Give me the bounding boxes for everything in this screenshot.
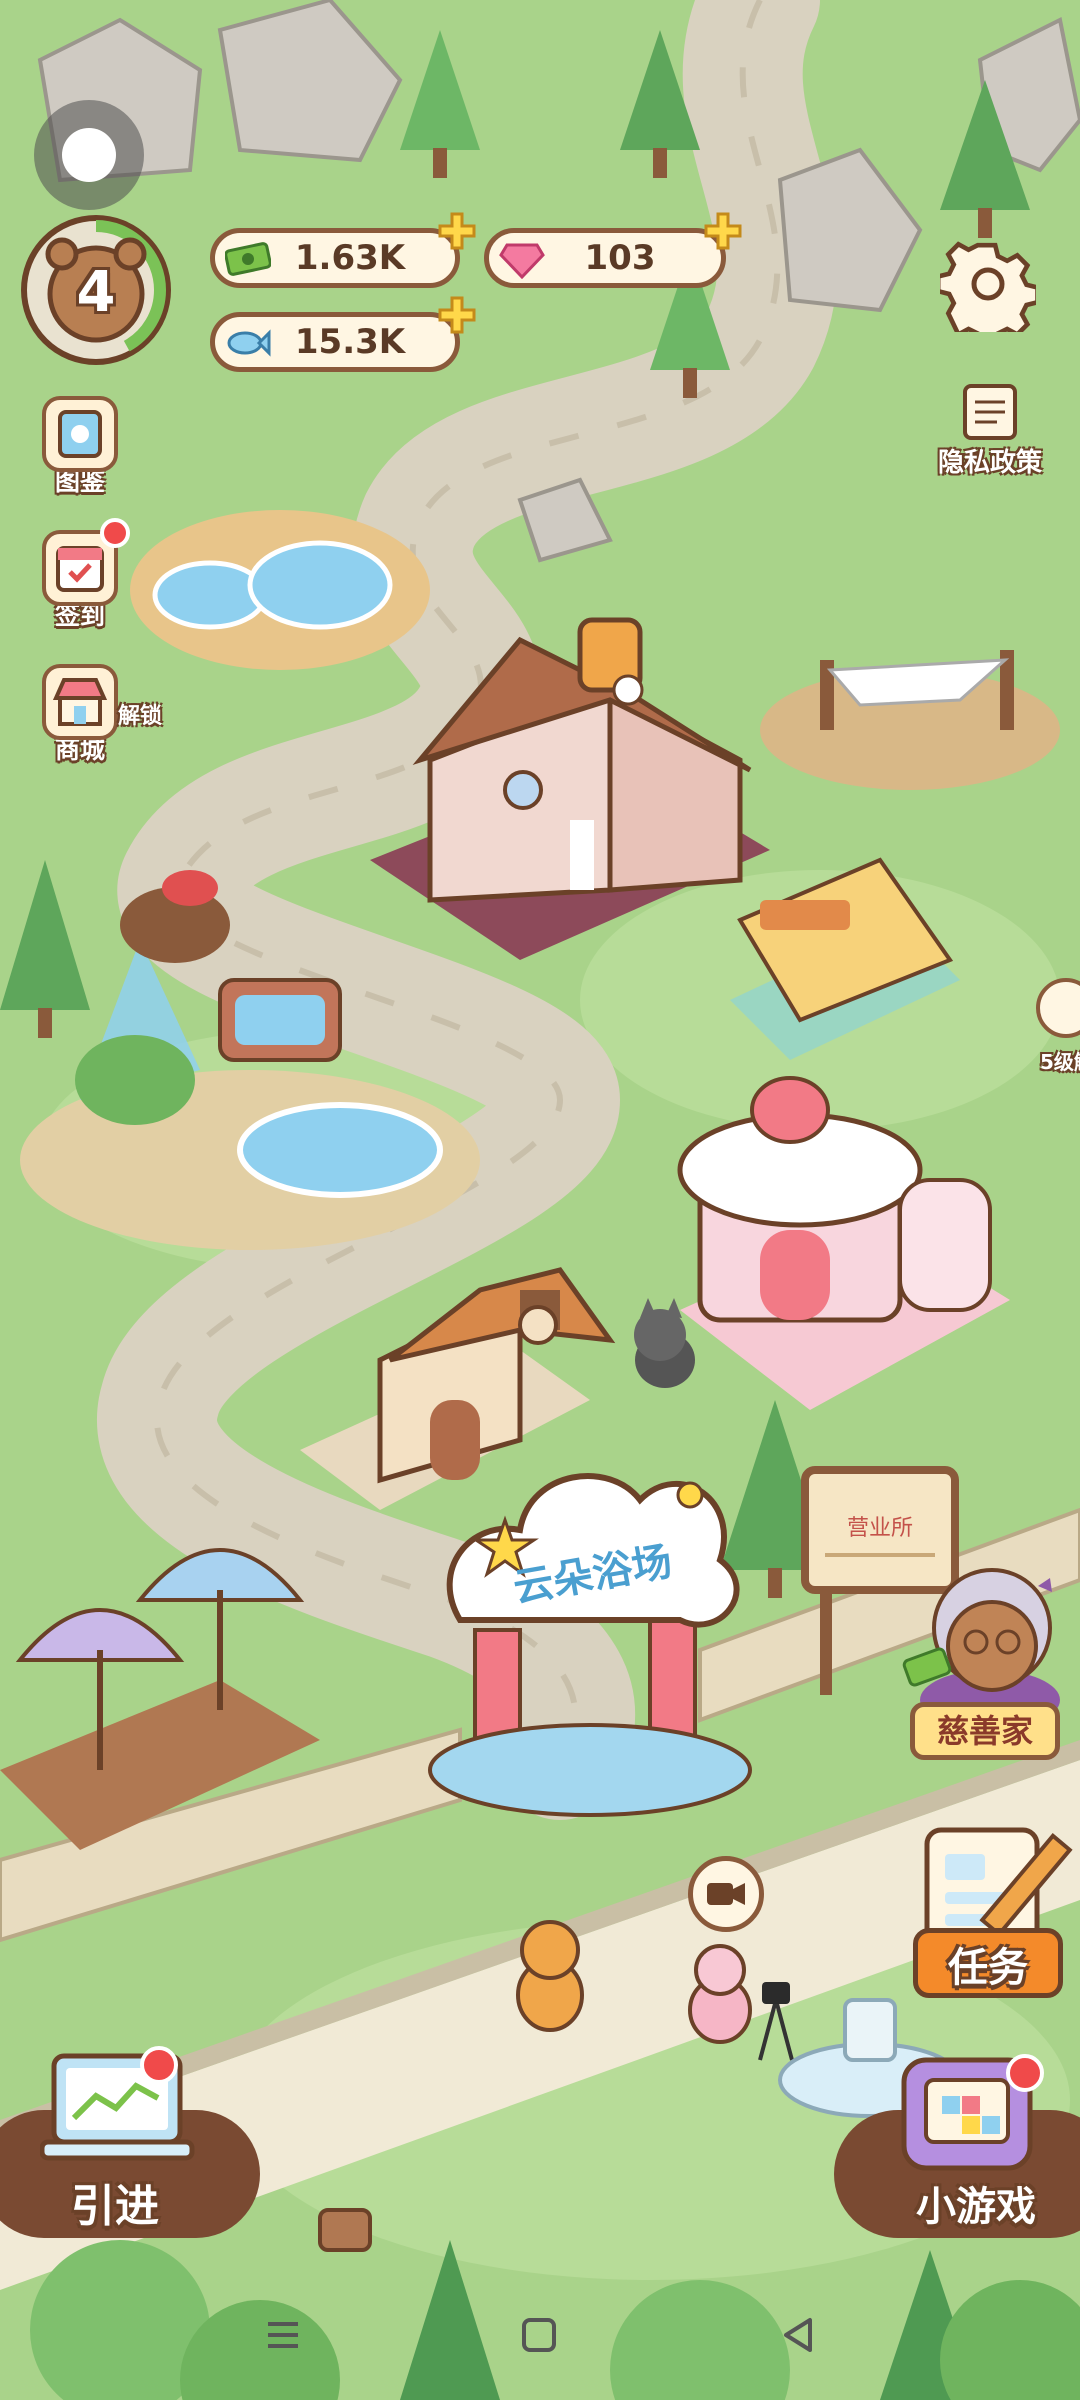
gear-icon (935, 241, 1040, 347)
cash-icon (225, 242, 271, 276)
assist-dot-icon (62, 128, 116, 182)
shop-icon (52, 678, 108, 726)
privacy-policy-label: 隐私政策 (937, 448, 1042, 478)
nav-menu-button[interactable] (258, 2310, 308, 2360)
minigame-label: 小游戏 (916, 2184, 1036, 2230)
charity-label: 慈善家 (936, 1712, 1033, 1750)
video-record-button[interactable] (688, 1856, 764, 1932)
import-notification-dot (140, 2046, 178, 2084)
sidebar-item-shop[interactable]: 商城 (38, 664, 122, 766)
fish-icon (227, 329, 271, 357)
minigame-notification-dot (1006, 2054, 1044, 2092)
fish-value: 15.3K (294, 322, 406, 362)
level-number: 4 (76, 260, 116, 325)
checkin-notification-dot (100, 518, 130, 548)
gem-icon (499, 243, 545, 279)
gem-value: 103 (584, 238, 656, 278)
settings-button[interactable] (935, 236, 1040, 347)
scroll-icon (963, 384, 1017, 440)
partial-unlock-text: 解锁 (118, 704, 163, 729)
fish-counter[interactable]: 15.3K (210, 296, 476, 372)
privacy-policy-button[interactable]: 隐私政策 (930, 380, 1050, 479)
board-sign: 营业所 (847, 1516, 913, 1541)
import-button[interactable]: 引进 (0, 2040, 260, 2240)
import-label: 引进 (71, 2181, 159, 2232)
level-badge[interactable]: 4 (16, 210, 176, 370)
nav-back-button[interactable] (774, 2310, 824, 2360)
charity-button[interactable]: 慈善家 (900, 1550, 1070, 1780)
add-gems-plus-icon[interactable] (703, 211, 743, 251)
home-square-icon (522, 2318, 556, 2352)
menu-lines-icon (268, 2322, 298, 2348)
nav-home-button[interactable] (514, 2310, 564, 2360)
add-cash-plus-icon[interactable] (437, 211, 477, 251)
sidebar-item-collection[interactable]: 图鉴 (38, 396, 122, 498)
grandma-avatar-icon (902, 1568, 1060, 1730)
unlock-hint-text: 5级解 (1040, 1050, 1080, 1074)
book-icon (58, 410, 102, 458)
cash-counter[interactable]: 1.63K (210, 212, 476, 288)
floating-assist-button[interactable] (34, 100, 144, 210)
sidebar-item-checkin[interactable]: 签到 (38, 518, 130, 632)
calendar-icon (56, 546, 104, 592)
tasks-button[interactable]: 任务 (905, 1810, 1075, 2010)
cash-value: 1.63K (294, 238, 406, 278)
minigame-button[interactable]: 小游戏 (830, 2040, 1080, 2240)
back-triangle-icon (784, 2318, 812, 2352)
tasks-label: 任务 (913, 1928, 1063, 1998)
charity-label-box: 慈善家 (910, 1702, 1060, 1760)
add-fish-plus-icon[interactable] (437, 295, 477, 335)
video-camera-icon (707, 1883, 745, 1905)
gem-counter[interactable]: 103 (484, 212, 742, 288)
